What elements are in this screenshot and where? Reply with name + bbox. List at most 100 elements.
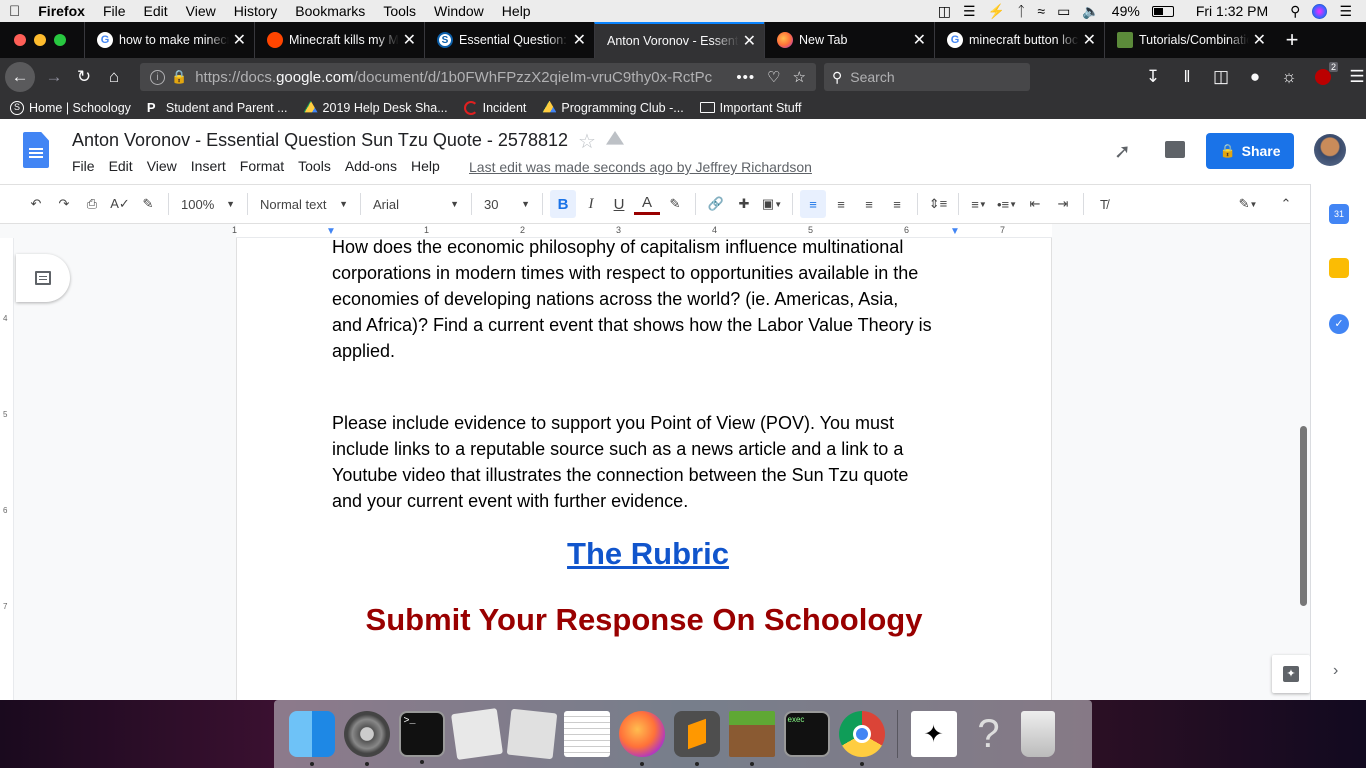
calendar-icon[interactable]: 31 [1329,204,1349,224]
zoom-window-button[interactable] [54,34,66,46]
library-icon[interactable]: ‖ [1172,62,1202,92]
text-color-icon[interactable]: A [634,193,660,215]
docs-menu-edit[interactable]: Edit [109,158,147,174]
chrome-icon[interactable] [838,711,885,766]
rubric-link[interactable]: The Rubric [0,536,1296,572]
help-icon[interactable]: ? [966,711,1012,757]
instructions-paragraph[interactable]: Please include evidence to support you P… [332,410,972,514]
minecraft-icon[interactable] [728,711,775,766]
forward-button[interactable]: → [39,62,69,92]
editing-mode-icon[interactable]: ✎ ▼ [1235,190,1261,218]
style-select[interactable]: Normal text ▼ [254,190,354,218]
system-preferences-icon[interactable] [343,711,390,766]
page-actions-icon[interactable]: ••• [736,69,755,86]
info-icon[interactable]: i [150,69,165,85]
docs-menu-view[interactable]: View [147,158,191,174]
menu-file[interactable]: File [94,3,135,19]
align-left-icon[interactable]: ≡ [800,190,826,218]
collapse-toolbar-icon[interactable]: ⌃ [1273,190,1299,218]
trash-icon[interactable] [1020,711,1055,757]
paint-format-icon[interactable]: ✎ [135,190,161,218]
lock-icon[interactable]: 🔒 [171,69,187,85]
docs-menu-file[interactable]: File [72,158,109,174]
box-icon[interactable]: ◫ [938,3,951,20]
redo-icon[interactable]: ↷ [51,190,77,218]
explore-button[interactable]: ✦ [1272,655,1310,693]
bookmark-programming-club[interactable]: Programming Club -... [542,100,684,115]
link-icon[interactable]: 🔗 [703,190,729,218]
docs-menu-insert[interactable]: Insert [191,158,240,174]
question-paragraph[interactable]: How does the economic philosophy of capi… [332,234,972,364]
bookmark-student-parent[interactable]: P Student and Parent ... [147,100,288,115]
reload-button[interactable]: ↻ [69,62,99,92]
textedit-icon[interactable] [563,711,610,757]
decrease-indent-icon[interactable]: ⇤ [1022,190,1048,218]
underline-icon[interactable]: U [606,190,632,218]
docs-logo-icon[interactable] [23,132,49,168]
tab-minecraft-wiki[interactable]: Tutorials/Combination ✕ [1104,22,1274,58]
close-tab-icon[interactable]: ✕ [233,30,246,50]
apple-icon[interactable]:  [0,3,29,20]
menu-history[interactable]: History [225,3,287,19]
tab-google-minecraft[interactable]: G how to make minecraft ✕ [84,22,254,58]
tab-reddit[interactable]: Minecraft kills my Mac ✕ [254,22,424,58]
bookmark-star-icon[interactable]: ☆ [793,68,806,86]
spotlight-icon[interactable]: ⚲ [1290,3,1300,20]
menu-window[interactable]: Window [425,3,493,19]
downloads-icon[interactable]: ↧ [1138,62,1168,92]
comments-icon[interactable] [1165,141,1185,158]
italic-icon[interactable]: I [578,190,604,218]
new-tab-button[interactable]: + [1274,27,1310,53]
docs-menu-tools[interactable]: Tools [298,158,345,174]
keep-icon[interactable] [1329,258,1349,278]
menu-tools[interactable]: Tools [374,3,425,19]
line-spacing-icon[interactable]: ⇕≡ [925,190,951,218]
move-to-drive-icon[interactable] [606,131,624,145]
search-input[interactable]: ⚲ Search [824,63,1030,91]
share-button[interactable]: 🔒 Share [1206,133,1294,169]
bulleted-list-icon[interactable]: •≡ ▼ [994,190,1020,218]
account-icon[interactable]: ● [1240,62,1270,92]
menu-help[interactable]: Help [493,3,540,19]
star-icon[interactable]: ☆ [578,129,596,154]
close-tab-icon[interactable]: ✕ [573,30,586,50]
battery-icon[interactable] [1151,5,1174,17]
lightning-icon[interactable]: ⚡ [988,3,1005,20]
ublock-icon[interactable]: 2 [1308,62,1338,92]
document-title[interactable]: Anton Voronov - Essential Question Sun T… [72,130,568,151]
wifi-icon[interactable]: ≈ [1037,3,1045,19]
docs-menu-format[interactable]: Format [240,158,298,174]
tasks-icon[interactable]: ✓ [1329,314,1349,334]
docs-menu-help[interactable]: Help [411,158,454,174]
script-editor-icon[interactable] [450,708,503,760]
siri-icon[interactable] [1312,3,1328,19]
menu-view[interactable]: View [177,3,225,19]
firefox-icon[interactable] [618,711,665,766]
clear-formatting-icon[interactable]: T̸ [1091,190,1117,218]
close-tab-icon[interactable]: ✕ [403,30,416,50]
print-icon[interactable]: ⎙ [79,190,105,218]
hamburger-menu-icon[interactable]: ☰ [1342,62,1366,92]
bookmark-help-desk[interactable]: 2019 Help Desk Sha... [303,100,448,115]
sidebar-icon[interactable]: ◫ [1206,62,1236,92]
home-button[interactable]: ⌂ [99,62,129,92]
bookmark-folder-important[interactable]: Important Stuff [699,101,801,115]
numbered-list-icon[interactable]: ≡ ▼ [966,190,992,218]
close-tab-icon[interactable]: ✕ [1083,30,1096,50]
battery-percent[interactable]: 49% [1112,3,1140,19]
extension-icon[interactable]: ☼ [1274,62,1304,92]
terminal-icon[interactable]: >_ [398,711,445,764]
avatar[interactable] [1314,134,1346,166]
tab-google-doc-active[interactable]: Anton Voronov - Essential ✕ [594,22,764,58]
zoom-select[interactable]: 100% ▼ [175,190,241,218]
script-editor-2-icon[interactable] [506,708,557,760]
insert-comment-icon[interactable]: ✚ [731,190,757,218]
grapher-icon[interactable]: ✦ [910,711,957,757]
bold-icon[interactable]: B [550,190,576,218]
sublime-text-icon[interactable] [673,711,720,766]
align-justify-icon[interactable]: ≡ [884,190,910,218]
clock[interactable]: Fri 1:32 PM [1196,3,1268,19]
back-button[interactable]: ← [5,62,35,92]
increase-indent-icon[interactable]: ⇥ [1050,190,1076,218]
last-edit-link[interactable]: Last edit was made seconds ago by Jeffre… [469,159,812,175]
